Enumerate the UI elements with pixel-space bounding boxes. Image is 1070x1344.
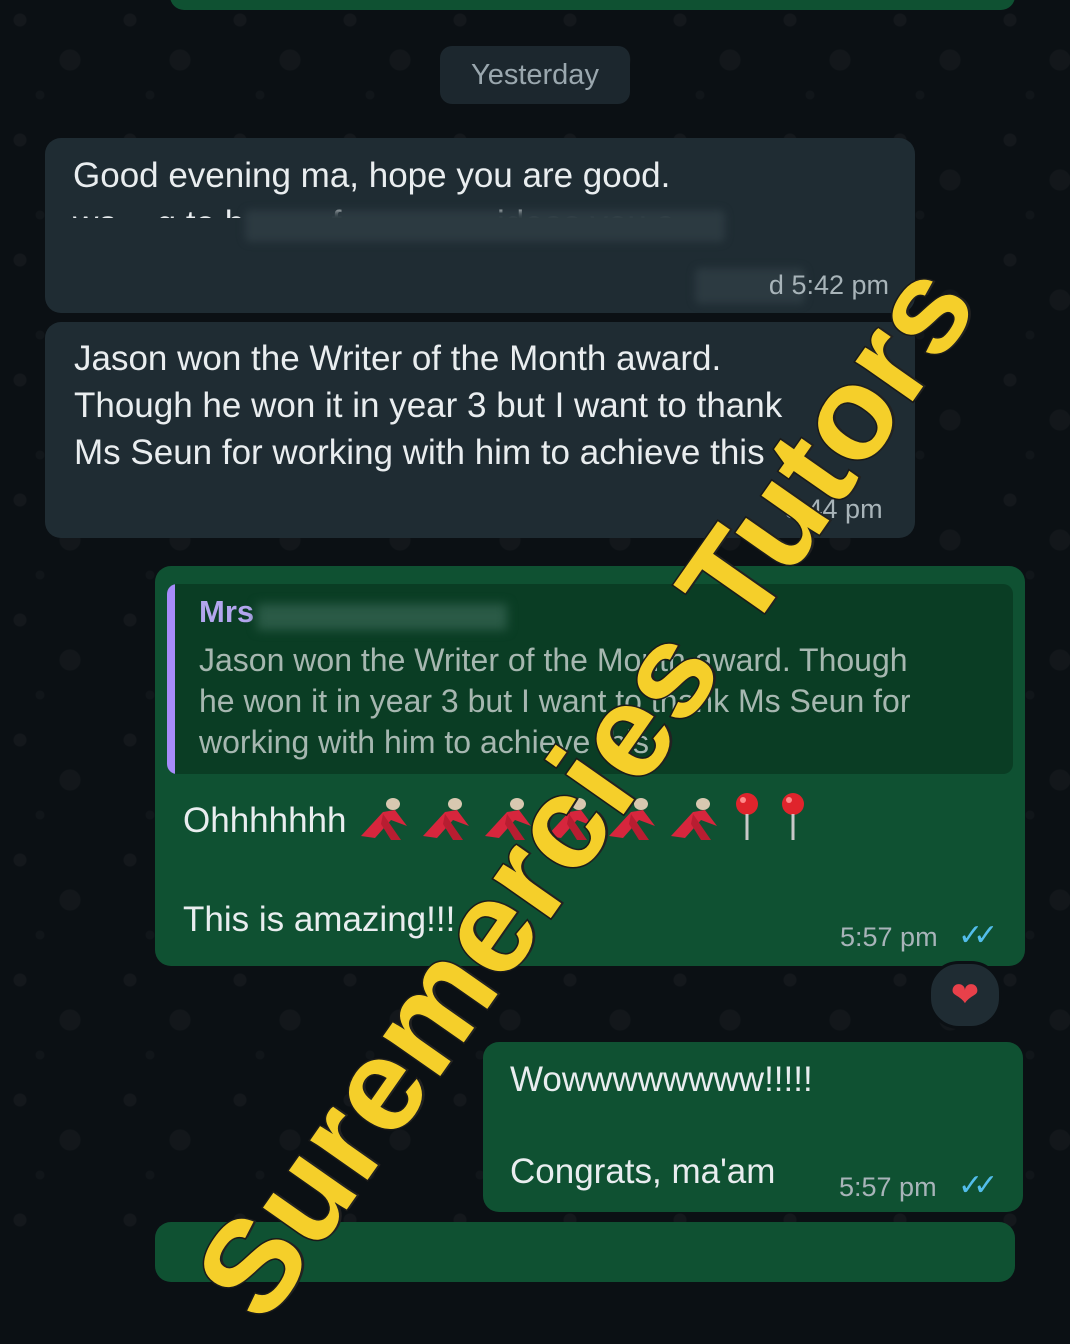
quote-bar [167,584,175,774]
message-time: 5:57 pm [839,1172,937,1202]
quote-author: Mrs [199,594,255,629]
dancer-icon [671,798,717,840]
message-time: 5:57 pm [840,922,938,952]
dancer-icon [361,798,407,840]
message-text: Ohhhhhhh [183,801,347,840]
message-text: Congrats, ma'am [510,1152,776,1191]
pushpin-icon [782,793,804,840]
redacted-area [245,210,725,242]
redacted-name [257,604,507,630]
double-tick-icon: ✓✓ [958,919,998,952]
message-text: Good evening ma, hope you are good. [73,156,671,195]
outgoing-message-2[interactable]: Wowwwwwwww!!!!! Congrats, ma'am 5:57 pm … [483,1042,1023,1212]
date-separator: Yesterday [440,46,630,104]
previous-message-bubble[interactable] [170,0,1015,10]
message-text: Jason won the Writer of the Month award.… [74,339,783,472]
heart-icon[interactable]: ❤ [928,961,1002,1029]
pushpin-icon [736,793,758,840]
message-text: Wowwwwwwww!!!!! [510,1060,813,1099]
double-tick-icon: ✓✓ [958,1169,998,1202]
incoming-message-1[interactable]: Good evening ma, hope you are good. wa g… [45,138,915,313]
